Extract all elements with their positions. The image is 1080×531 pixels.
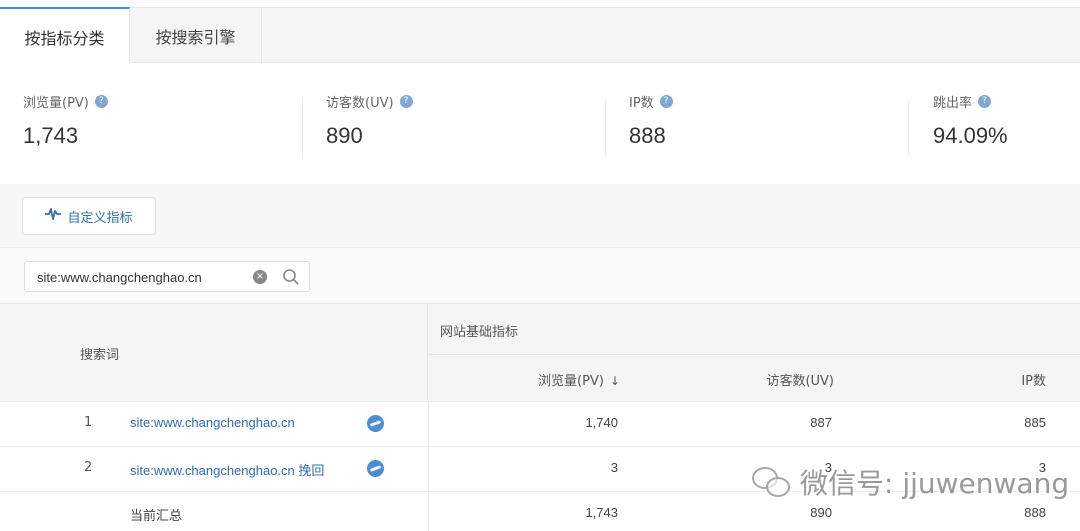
column-divider: [428, 492, 429, 531]
metric-label: IP数: [629, 96, 654, 111]
cell-pv: 1,740: [585, 415, 618, 430]
tab-by-metric[interactable]: 按指标分类: [0, 7, 130, 64]
keyword-header-label: 搜索词: [80, 348, 120, 363]
metrics-summary: 浏览量(PV)? 1,743 访客数(UV)? 890 IP数? 888 跳出率…: [0, 64, 1080, 184]
custom-metrics-label: 自定义指标: [67, 210, 133, 226]
metric-pv: 浏览量(PV)? 1,743: [23, 92, 108, 149]
keyword-link[interactable]: site:www.changchenghao.cn: [130, 415, 295, 430]
column-header-uv[interactable]: 访客数(UV): [766, 370, 834, 389]
watermark-text: 微信号: jjuwenwang: [800, 467, 1070, 500]
total-ip: 888: [1024, 505, 1046, 520]
search-input[interactable]: [37, 267, 249, 287]
cell-ip: 885: [1024, 415, 1046, 430]
column-divider: [428, 447, 429, 492]
help-icon[interactable]: ?: [94, 95, 108, 108]
column-divider: [428, 402, 429, 447]
help-icon[interactable]: ?: [659, 95, 673, 108]
metric-ip: IP数? 888: [629, 92, 673, 149]
keyword-column-header: 搜索词: [0, 303, 428, 401]
metric-value: 1,743: [23, 123, 79, 148]
group-header: 网站基础指标: [428, 303, 1080, 355]
cell-pv: 3: [610, 460, 618, 475]
metric-uv: 访客数(UV)? 890: [326, 92, 413, 149]
wechat-logo-icon: [752, 465, 792, 499]
metric-label: 访客数(UV): [326, 96, 394, 111]
divider: [908, 100, 909, 156]
column-header-ip[interactable]: IP数: [1021, 370, 1046, 389]
help-icon[interactable]: ?: [978, 95, 992, 108]
custom-metrics-button[interactable]: 自定义指标: [22, 197, 156, 235]
metric-label: 跳出率: [933, 96, 973, 111]
table-row: 1 site:www.changchenghao.cn 1,740 887 88…: [0, 401, 1080, 447]
sort-desc-icon: ↓: [609, 374, 620, 388]
row-index: 1: [84, 415, 93, 430]
tab-bar: 按指标分类 按搜索引擎: [0, 7, 1080, 64]
group-header-label: 网站基础指标: [440, 325, 519, 340]
metric-bounce-rate: 跳出率? 94.09%: [933, 92, 1008, 149]
keyword-search-box: ×: [24, 261, 310, 292]
divider: [302, 100, 303, 156]
metric-label: 浏览量(PV): [23, 96, 89, 111]
pulse-icon: [45, 207, 62, 225]
total-label: 当前汇总: [130, 508, 183, 523]
globe-link-icon[interactable]: [367, 460, 384, 477]
metric-value: 888: [629, 123, 666, 148]
metric-value: 94.09%: [933, 123, 1008, 148]
column-header-label: 浏览量(PV): [538, 374, 604, 389]
divider: [605, 100, 606, 156]
wechat-watermark: 微信号: jjuwenwang: [752, 462, 1069, 502]
search-icon[interactable]: [281, 267, 301, 287]
metric-column-headers: 浏览量(PV) ↓ 访客数(UV) IP数: [428, 355, 1080, 401]
row-index: 2: [84, 460, 93, 475]
clear-icon[interactable]: ×: [253, 270, 267, 284]
total-pv: 1,743: [585, 505, 618, 520]
globe-link-icon[interactable]: [367, 415, 384, 432]
cell-uv: 887: [810, 415, 832, 430]
keyword-link[interactable]: site:www.changchenghao.cn 挽回: [130, 460, 324, 479]
total-uv: 890: [810, 505, 832, 520]
column-header-pv[interactable]: 浏览量(PV) ↓: [538, 370, 620, 389]
help-icon[interactable]: ?: [399, 95, 413, 108]
metric-value: 890: [326, 123, 363, 148]
tab-by-search-engine[interactable]: 按搜索引擎: [130, 7, 262, 64]
